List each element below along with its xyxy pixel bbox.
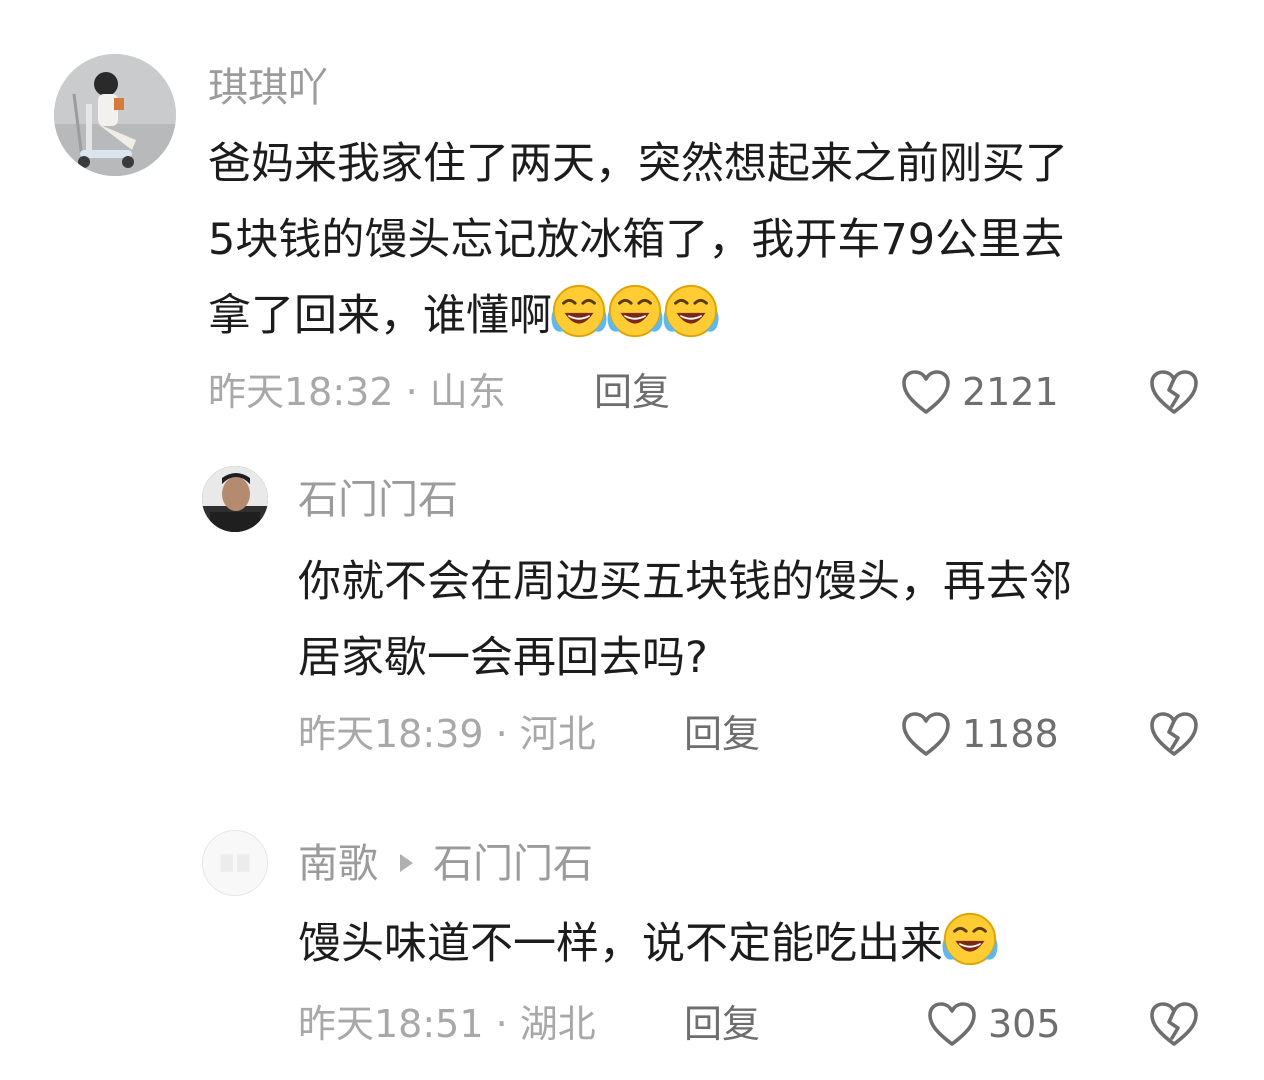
comment-text-line: 5块钱的馒头忘记放冰箱了，我开车79公里去 [208,215,1065,265]
timestamp-location: 昨天18:51 · 湖北 [298,1002,596,1046]
like-count: 305 [988,1002,1061,1046]
heart-icon [900,710,952,758]
like-button[interactable]: 305 [926,1000,1061,1048]
reply-button[interactable]: 回复 [684,1000,760,1048]
comment-text-line: 爸妈来我家住了两天，突然想起来之前刚买了 [208,139,1068,189]
laughing-crying-emoji-icon [606,282,664,340]
comment-text-segment: 拿了回来，谁懂啊 [208,291,552,341]
reply-button[interactable]: 回复 [594,368,670,416]
avatar-photo [54,54,176,176]
like-count: 1188 [962,712,1059,756]
username[interactable]: 南歌 [298,841,378,887]
like-count: 2121 [962,370,1059,414]
broken-heart-icon[interactable] [1148,368,1200,416]
broken-heart-icon[interactable] [1148,710,1200,758]
heart-icon [900,368,952,416]
like-button[interactable]: 2121 [900,368,1059,416]
username-line: 南歌 石门门石 [298,840,593,888]
heart-icon [926,1000,978,1048]
avatar[interactable] [202,466,268,532]
avatar[interactable] [54,54,176,176]
comment-text-segment: 馒头味道不一样，说不定能吃出来 [298,919,943,969]
reply-arrow-icon [400,854,413,872]
comment-text: 你就不会在周边买五块钱的馒头，再去邻 居家歇一会再回去吗? [298,544,1072,696]
avatar-photo [203,831,267,895]
reply-target-username[interactable]: 石门门石 [433,841,593,887]
broken-heart-icon[interactable] [1148,1000,1200,1048]
comment-text-line: 居家歇一会再回去吗? [298,633,708,683]
timestamp-location: 昨天18:39 · 河北 [298,712,596,756]
username[interactable]: 琪琪吖 [208,64,328,112]
laughing-crying-emoji-icon [662,282,720,340]
reply-button[interactable]: 回复 [684,710,760,758]
comment-text-line: 馒头味道不一样，说不定能吃出来 [298,906,999,982]
avatar[interactable] [202,830,268,896]
timestamp-location: 昨天18:32 · 山东 [208,370,506,414]
laughing-crying-emoji-icon [941,910,999,968]
comment-text-line: 你就不会在周边买五块钱的馒头，再去邻 [298,557,1072,607]
like-button[interactable]: 1188 [900,710,1059,758]
comment-text: 馒头味道不一样，说不定能吃出来 [298,906,999,982]
username[interactable]: 石门门石 [298,476,458,524]
comment-text-line: 拿了回来，谁懂啊 [208,278,1068,354]
laughing-crying-emoji-icon [550,282,608,340]
comment-text: 爸妈来我家住了两天，突然想起来之前刚买了 5块钱的馒头忘记放冰箱了，我开车79公… [208,126,1068,354]
avatar-photo [202,466,268,532]
